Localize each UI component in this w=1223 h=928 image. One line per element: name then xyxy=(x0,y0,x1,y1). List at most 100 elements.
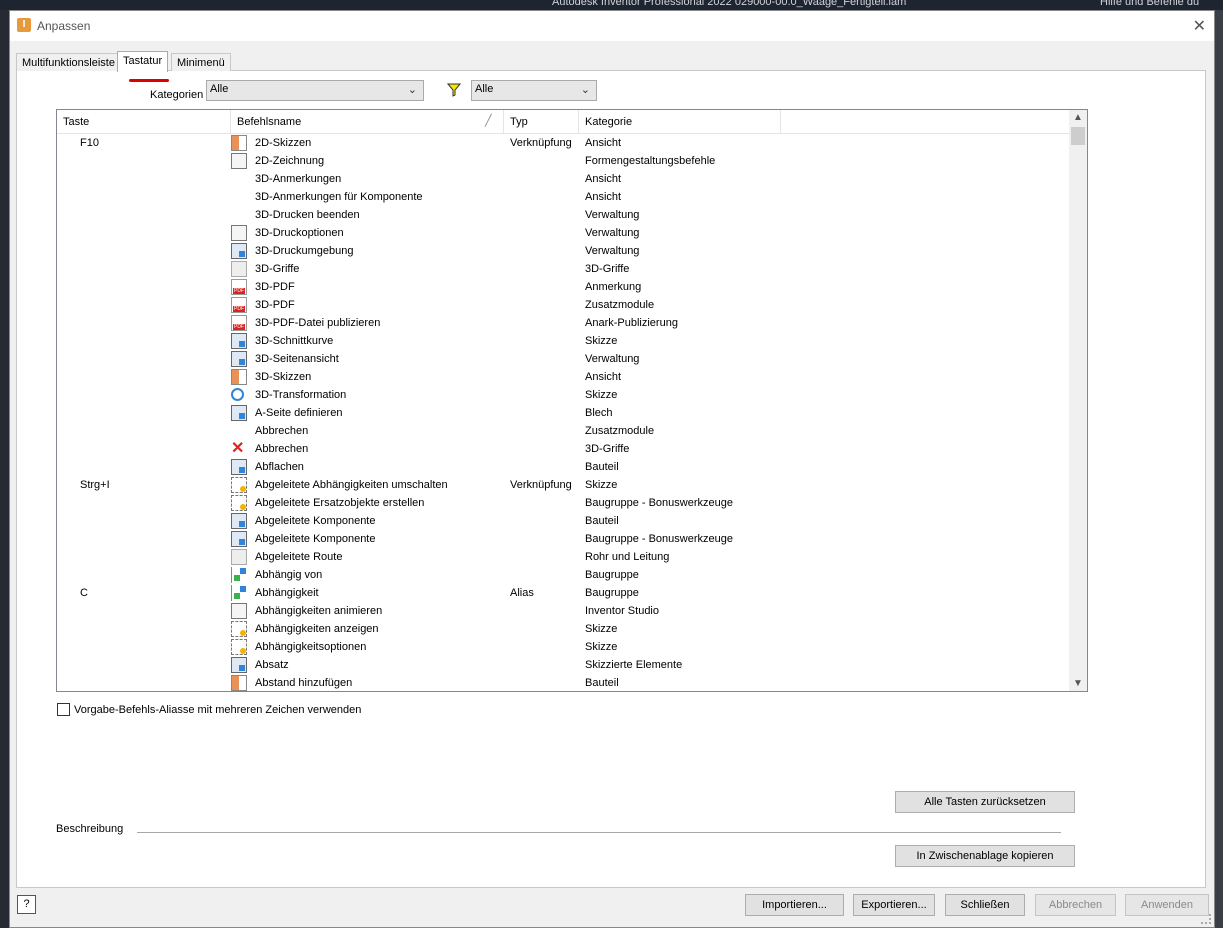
categories-combo-value: Alle xyxy=(210,83,229,95)
row-command-name: Absatz xyxy=(255,659,289,671)
table-row[interactable]: 3D-Druckoptionen Verwaltung xyxy=(57,224,1069,242)
command-icon xyxy=(231,657,247,673)
table-row[interactable]: A-Seite definieren Blech xyxy=(57,404,1069,422)
table-row[interactable]: Abhängig von Baugruppe xyxy=(57,566,1069,584)
scroll-down-icon[interactable]: ▼ xyxy=(1073,678,1083,689)
command-icon xyxy=(231,513,247,529)
resize-grip[interactable] xyxy=(1201,914,1211,924)
dialog-title: Anpassen xyxy=(37,19,91,33)
table-row[interactable]: Abgeleitete Komponente Bauteil xyxy=(57,512,1069,530)
categories-combo[interactable]: Alle ⌄ xyxy=(206,80,424,101)
row-command-name: Abhängigkeit xyxy=(255,587,319,599)
pdf-icon xyxy=(231,279,247,295)
export-button[interactable]: Exportieren... xyxy=(853,894,935,916)
table-row[interactable]: 3D-Schnittkurve Skizze xyxy=(57,332,1069,350)
row-category: Bauteil xyxy=(585,461,619,473)
column-divider[interactable] xyxy=(230,110,231,134)
column-divider[interactable] xyxy=(780,110,781,134)
column-header-command-name[interactable]: Befehlsname xyxy=(237,116,301,128)
row-command-name: 2D-Zeichnung xyxy=(255,155,325,167)
row-command-name: 3D-PDF xyxy=(255,299,295,311)
table-row[interactable]: 3D-Transformation Skizze xyxy=(57,386,1069,404)
scrollbar-thumb[interactable] xyxy=(1071,127,1085,145)
column-divider[interactable] xyxy=(578,110,579,134)
row-command-name: Abhängigkeiten anzeigen xyxy=(255,623,379,635)
table-row[interactable]: 3D-Seitenansicht Verwaltung xyxy=(57,350,1069,368)
close-button[interactable]: Schließen xyxy=(945,894,1025,916)
table-row[interactable]: Abhängigkeiten animieren Inventor Studio xyxy=(57,602,1069,620)
background-app-title: Autodesk Inventor Professional 2022 0290… xyxy=(552,0,907,8)
tab-keyboard[interactable]: Tastatur xyxy=(117,51,169,72)
row-type: Verknüpfung xyxy=(510,137,572,149)
description-label: Beschreibung xyxy=(56,823,124,835)
column-header-category[interactable]: Kategorie xyxy=(585,116,632,128)
row-category: Baugruppe - Bonuswerkzeuge xyxy=(585,497,733,509)
close-icon[interactable]: ✕ xyxy=(1193,16,1206,36)
table-row[interactable]: ✕ Abbrechen 3D-Griffe xyxy=(57,440,1069,458)
column-divider[interactable] xyxy=(503,110,504,134)
tab-minimenu[interactable]: Minimenü xyxy=(171,53,231,71)
table-row[interactable]: 2D-Zeichnung Formengestaltungsbefehle xyxy=(57,152,1069,170)
vertical-scrollbar[interactable]: ▲ ▼ xyxy=(1069,110,1087,691)
table-row[interactable]: Abgeleitete Route Rohr und Leitung xyxy=(57,548,1069,566)
table-row[interactable]: 3D-PDF Anmerkung xyxy=(57,278,1069,296)
table-row[interactable]: Strg+I Abgeleitete Abhängigkeiten umschal… xyxy=(57,476,1069,494)
row-category: Baugruppe - Bonuswerkzeuge xyxy=(585,533,733,545)
table-row[interactable]: Abbrechen Zusatzmodule xyxy=(57,422,1069,440)
row-category: Ansicht xyxy=(585,191,622,203)
table-row[interactable]: Abhängigkeitsoptionen Skizze xyxy=(57,638,1069,656)
table-row[interactable]: Absatz Skizzierte Elemente xyxy=(57,656,1069,674)
import-button[interactable]: Importieren... xyxy=(745,894,844,916)
column-header-type[interactable]: Typ xyxy=(510,116,528,128)
multi-char-alias-checkbox[interactable] xyxy=(57,703,70,716)
row-category: Verwaltung xyxy=(585,353,640,365)
commands-list[interactable]: Taste Befehlsname ╱ Typ Kategorie F10 2D-… xyxy=(56,109,1088,692)
table-row[interactable]: 3D-Anmerkungen Ansicht xyxy=(57,170,1069,188)
table-row[interactable]: Abgeleitete Ersatzobjekte erstellen Baugr… xyxy=(57,494,1069,512)
table-row[interactable]: Abgeleitete Komponente Baugruppe - Bonusw… xyxy=(57,530,1069,548)
row-command-name: Abbrechen xyxy=(255,443,309,455)
row-command-name: Abbrechen xyxy=(255,425,309,437)
table-row[interactable]: Abstand hinzufügen Bauteil xyxy=(57,674,1069,691)
table-row[interactable]: 3D-Druckumgebung Verwaltung xyxy=(57,242,1069,260)
table-row[interactable]: 3D-Drucken beenden Verwaltung xyxy=(57,206,1069,224)
row-category: Verwaltung xyxy=(585,209,640,221)
row-command-name: 3D-Anmerkungen für Komponente xyxy=(255,191,423,203)
table-row[interactable]: 3D-PDF Zusatzmodule xyxy=(57,296,1069,314)
row-category: Ansicht xyxy=(585,371,622,383)
row-category: 3D-Griffe xyxy=(585,443,630,455)
row-category: Skizze xyxy=(585,479,618,491)
type-filter-combo[interactable]: Alle ⌄ xyxy=(471,80,597,101)
table-row[interactable]: 3D-Griffe 3D-Griffe xyxy=(57,260,1069,278)
table-row[interactable]: Abflachen Bauteil xyxy=(57,458,1069,476)
command-icon xyxy=(231,333,247,349)
background-app-titlebar: Autodesk Inventor Professional 2022 0290… xyxy=(0,0,1223,10)
chevron-down-icon: ⌄ xyxy=(580,84,590,96)
row-command-name: A-Seite definieren xyxy=(255,407,343,419)
row-command-name: 3D-Anmerkungen xyxy=(255,173,342,185)
row-category: Rohr und Leitung xyxy=(585,551,670,563)
row-command-name: Abhängigkeiten animieren xyxy=(255,605,383,617)
table-row[interactable]: 3D-Skizzen Ansicht xyxy=(57,368,1069,386)
row-command-name: 3D-PDF xyxy=(255,281,295,293)
table-row[interactable]: C Abhängigkeit Alias Baugruppe xyxy=(57,584,1069,602)
column-header-key[interactable]: Taste xyxy=(63,116,89,128)
list-header: Taste Befehlsname ╱ Typ Kategorie xyxy=(57,110,1069,134)
scroll-up-icon[interactable]: ▲ xyxy=(1073,112,1083,123)
table-row[interactable]: F10 2D-Skizzen Verknüpfung Ansicht xyxy=(57,134,1069,152)
row-command-name: 3D-Seitenansicht xyxy=(255,353,339,365)
cancel-button[interactable]: Abbrechen xyxy=(1035,894,1116,916)
table-row[interactable]: 3D-Anmerkungen für Komponente Ansicht xyxy=(57,188,1069,206)
sort-indicator-icon: ╱ xyxy=(485,115,492,127)
background-app-left-edge xyxy=(0,10,9,928)
table-row[interactable]: 3D-PDF-Datei publizieren Anark-Publizieru… xyxy=(57,314,1069,332)
command-icon xyxy=(231,351,247,367)
tab-ribbon[interactable]: Multifunktionsleiste xyxy=(16,53,121,71)
copy-to-clipboard-button[interactable]: In Zwischenablage kopieren xyxy=(895,845,1075,867)
reset-all-keys-button[interactable]: Alle Tasten zurücksetzen xyxy=(895,791,1075,813)
row-category: Baugruppe xyxy=(585,587,639,599)
apply-button[interactable]: Anwenden xyxy=(1125,894,1209,916)
help-button[interactable]: ? xyxy=(17,895,36,914)
table-row[interactable]: Abhängigkeiten anzeigen Skizze xyxy=(57,620,1069,638)
sketch-constraint-icon xyxy=(231,477,247,493)
